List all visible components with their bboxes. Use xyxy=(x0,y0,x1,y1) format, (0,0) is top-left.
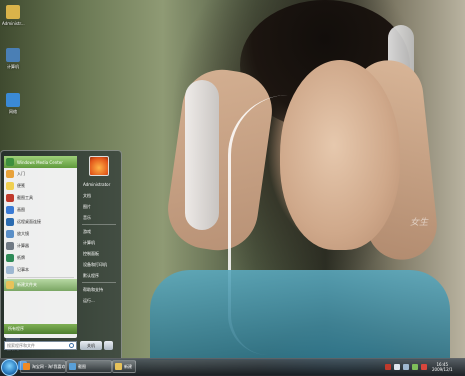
all-programs-button[interactable]: 所有程序 xyxy=(4,324,77,334)
start-menu-place[interactable]: 游戏 xyxy=(80,226,118,237)
desktop-icon[interactable]: Administr... xyxy=(2,5,25,26)
start-search-placeholder: 搜索程序和文件 xyxy=(7,342,35,348)
taskbar-button-label: 淘宝网 - 淘!我喜欢 xyxy=(31,363,65,369)
desktop-icon-label: 计算机 xyxy=(7,64,19,69)
taskbar-button-label: 截图 xyxy=(78,363,86,369)
start-menu-item-label: 便笺 xyxy=(17,183,25,188)
start-menu-item[interactable]: 画图 xyxy=(4,204,77,216)
system-tray: 16:45 2009/12/1 xyxy=(385,360,465,373)
volume-icon[interactable] xyxy=(394,363,400,370)
start-menu-item[interactable]: 放大镜 xyxy=(4,228,77,240)
sticky-notes-icon xyxy=(6,182,14,190)
shutdown-button[interactable]: 关机 xyxy=(80,341,102,350)
clock[interactable]: 16:45 2009/12/1 xyxy=(432,362,453,372)
start-menu-item-label: 放大镜 xyxy=(17,231,29,236)
start-menu-item-label: 画图 xyxy=(17,207,25,212)
remote-desktop-icon xyxy=(6,218,14,226)
start-menu-separator xyxy=(7,277,74,278)
media-center-icon xyxy=(6,158,14,166)
getting-started-icon xyxy=(6,170,14,178)
solitaire-icon xyxy=(6,254,14,262)
network-icon xyxy=(6,93,20,107)
start-menu-programs: Windows Media Center 入门便笺截图工具画图远程桌面连接 放大镜计… xyxy=(4,156,77,338)
desktop-icon-label: 网络 xyxy=(9,109,17,114)
desktop-icon-label: Administr... xyxy=(2,21,25,26)
start-menu-item[interactable]: 记事本 xyxy=(4,264,77,276)
taskbar-button[interactable]: 截图 xyxy=(66,360,112,373)
wallpaper-headphone-left xyxy=(185,80,219,230)
start-menu-place[interactable]: 帮助和支持 xyxy=(80,284,118,295)
start-menu-item-label: 记事本 xyxy=(17,267,29,272)
user-avatar[interactable] xyxy=(89,156,109,176)
taskbar-button-label: 新建 xyxy=(124,363,132,369)
battery-icon[interactable] xyxy=(412,363,418,370)
start-menu-place[interactable]: 文档 xyxy=(80,190,118,201)
taskbar-button[interactable]: 淘宝网 - 淘!我喜欢 xyxy=(20,360,66,373)
start-menu-item[interactable]: 新建文件夹 xyxy=(4,279,77,291)
start-menu: Windows Media Center 入门便笺截图工具画图远程桌面连接 放大镜计… xyxy=(0,150,122,360)
shutdown-options-button[interactable] xyxy=(104,341,113,350)
start-menu-place[interactable]: 计算机 xyxy=(80,237,118,248)
all-programs-label: 所有程序 xyxy=(8,326,24,331)
start-menu-item[interactable]: 入门 xyxy=(4,168,77,180)
start-menu-item-label: 截图工具 xyxy=(17,195,33,200)
start-menu-item-label: 入门 xyxy=(17,171,25,176)
wallpaper-watermark: 女生 xyxy=(410,218,429,228)
start-search-input[interactable]: 搜索程序和文件 xyxy=(4,341,77,350)
start-menu-place[interactable]: 音乐 xyxy=(80,212,118,223)
wallpaper-shirt xyxy=(150,270,450,360)
desktop-icon[interactable]: 网络 xyxy=(2,93,24,115)
start-button[interactable] xyxy=(1,359,18,376)
network-tray-icon[interactable] xyxy=(403,363,409,370)
start-menu-item-label: 计算器 xyxy=(17,243,29,248)
shutdown-label: 关机 xyxy=(87,342,95,348)
screenshot-icon xyxy=(69,363,76,370)
start-menu-item[interactable]: 远程桌面连接 xyxy=(4,216,77,228)
start-menu-place[interactable]: 运行... xyxy=(80,295,118,306)
search-icon xyxy=(69,343,74,348)
start-menu-item[interactable]: 计算器 xyxy=(4,240,77,252)
start-menu-item[interactable]: Windows Media Center xyxy=(4,156,77,168)
computer-icon xyxy=(6,48,20,62)
lang-icon[interactable] xyxy=(385,363,391,370)
start-menu-item[interactable]: 纸牌 xyxy=(4,252,77,264)
start-menu-item[interactable]: 便笺 xyxy=(4,180,77,192)
folder-icon xyxy=(6,281,14,289)
start-menu-item-label: 远程桌面连接 xyxy=(17,219,41,224)
user-folder-icon xyxy=(6,5,20,19)
start-menu-item[interactable]: 截图工具 xyxy=(4,192,77,204)
start-menu-place[interactable]: 图片 xyxy=(80,201,118,212)
folder-icon xyxy=(115,363,122,370)
start-menu-place[interactable]: 默认程序 xyxy=(80,270,118,281)
taskbar-button[interactable]: 新建 xyxy=(112,360,136,373)
start-menu-places: Administrator 文档 图片 音乐游戏 计算机 控制面板 设备和打印机 默认程序帮助… xyxy=(80,156,118,351)
start-menu-place[interactable]: 设备和打印机 xyxy=(80,259,118,270)
calculator-icon xyxy=(6,242,14,250)
start-menu-separator xyxy=(82,224,116,225)
paint-icon xyxy=(6,206,14,214)
start-menu-separator xyxy=(82,282,116,283)
start-menu-item-label: Windows Media Center xyxy=(17,159,63,165)
clock-date: 2009/12/1 xyxy=(432,366,453,372)
snipping-tool-icon xyxy=(6,194,14,202)
user-name-link[interactable]: Administrator xyxy=(80,179,118,190)
start-menu-item-label: 新建文件夹 xyxy=(17,282,37,287)
magnifier-icon xyxy=(6,230,14,238)
security-icon[interactable] xyxy=(421,363,427,370)
start-menu-place[interactable]: 控制面板 xyxy=(80,248,118,259)
desktop-icon[interactable]: 计算机 xyxy=(2,48,24,70)
notepad-icon xyxy=(6,266,14,274)
browser-icon xyxy=(23,363,30,370)
start-menu-item-label: 纸牌 xyxy=(17,255,25,260)
